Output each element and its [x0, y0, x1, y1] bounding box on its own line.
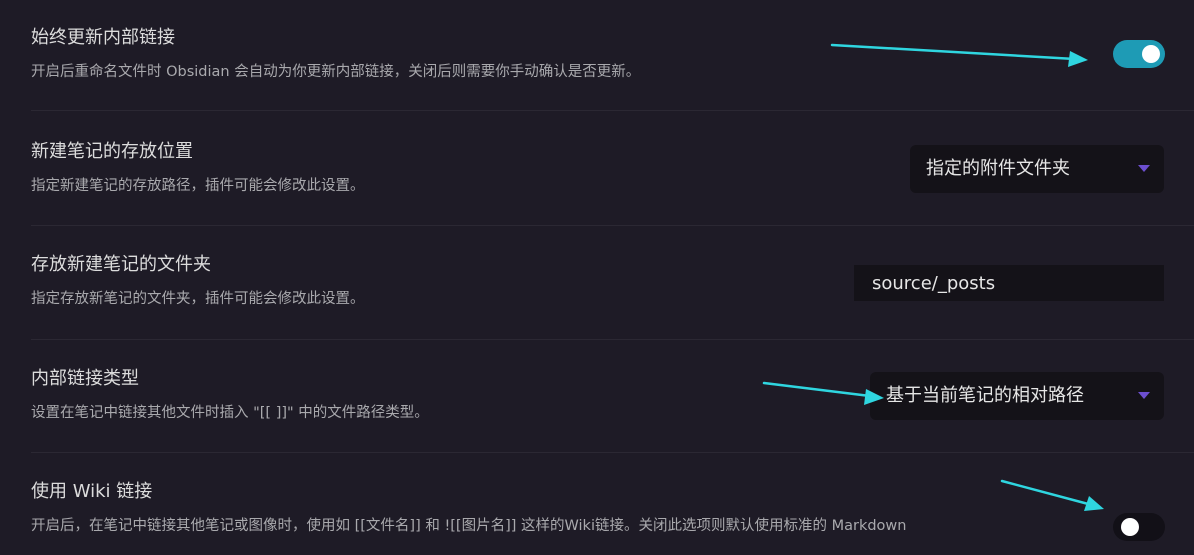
setting-new-note-location: 新建笔记的存放位置 指定新建笔记的存放路径，插件可能会修改此设置。 指定的附件文…: [0, 111, 1194, 225]
setting-description: 开启后重命名文件时 Obsidian 会自动为你更新内部链接，关闭后则需要你手动…: [31, 64, 641, 80]
use-wiki-links-toggle[interactable]: [1113, 513, 1165, 541]
setting-title: 新建笔记的存放位置: [31, 141, 193, 162]
setting-title: 使用 Wiki 链接: [31, 481, 153, 502]
setting-always-update-links: 始终更新内部链接 开启后重命名文件时 Obsidian 会自动为你更新内部链接，…: [0, 0, 1194, 110]
chevron-down-icon: [1138, 392, 1150, 399]
setting-description: 指定新建笔记的存放路径，插件可能会修改此设置。: [31, 178, 365, 194]
link-format-dropdown[interactable]: 基于当前笔记的相对路径: [870, 372, 1164, 420]
setting-title: 始终更新内部链接: [31, 27, 175, 48]
chevron-down-icon: [1138, 165, 1150, 172]
setting-description: 设置在笔记中链接其他文件时插入 "[[ ]]" 中的文件路径类型。: [31, 405, 429, 421]
always-update-links-toggle[interactable]: [1113, 40, 1165, 68]
setting-link-format: 内部链接类型 设置在笔记中链接其他文件时插入 "[[ ]]" 中的文件路径类型。…: [0, 340, 1194, 452]
new-note-location-dropdown[interactable]: 指定的附件文件夹: [910, 145, 1164, 193]
toggle-knob: [1142, 45, 1160, 63]
setting-description: 指定存放新笔记的文件夹，插件可能会修改此设置。: [31, 291, 365, 307]
dropdown-selected-value: 基于当前笔记的相对路径: [886, 385, 1084, 406]
new-note-folder-input[interactable]: [854, 265, 1164, 301]
setting-use-wiki-links: 使用 Wiki 链接 开启后，在笔记中链接其他笔记或图像时，使用如 [[文件名]…: [0, 453, 1194, 555]
dropdown-selected-value: 指定的附件文件夹: [926, 158, 1070, 179]
settings-page: 始终更新内部链接 开启后重命名文件时 Obsidian 会自动为你更新内部链接，…: [0, 0, 1194, 555]
setting-new-note-folder: 存放新建笔记的文件夹 指定存放新笔记的文件夹，插件可能会修改此设置。: [0, 226, 1194, 339]
toggle-knob: [1121, 518, 1139, 536]
setting-title: 存放新建笔记的文件夹: [31, 254, 211, 275]
setting-description: 开启后，在笔记中链接其他笔记或图像时，使用如 [[文件名]] 和 ![[图片名]…: [31, 518, 907, 534]
setting-title: 内部链接类型: [31, 368, 139, 389]
